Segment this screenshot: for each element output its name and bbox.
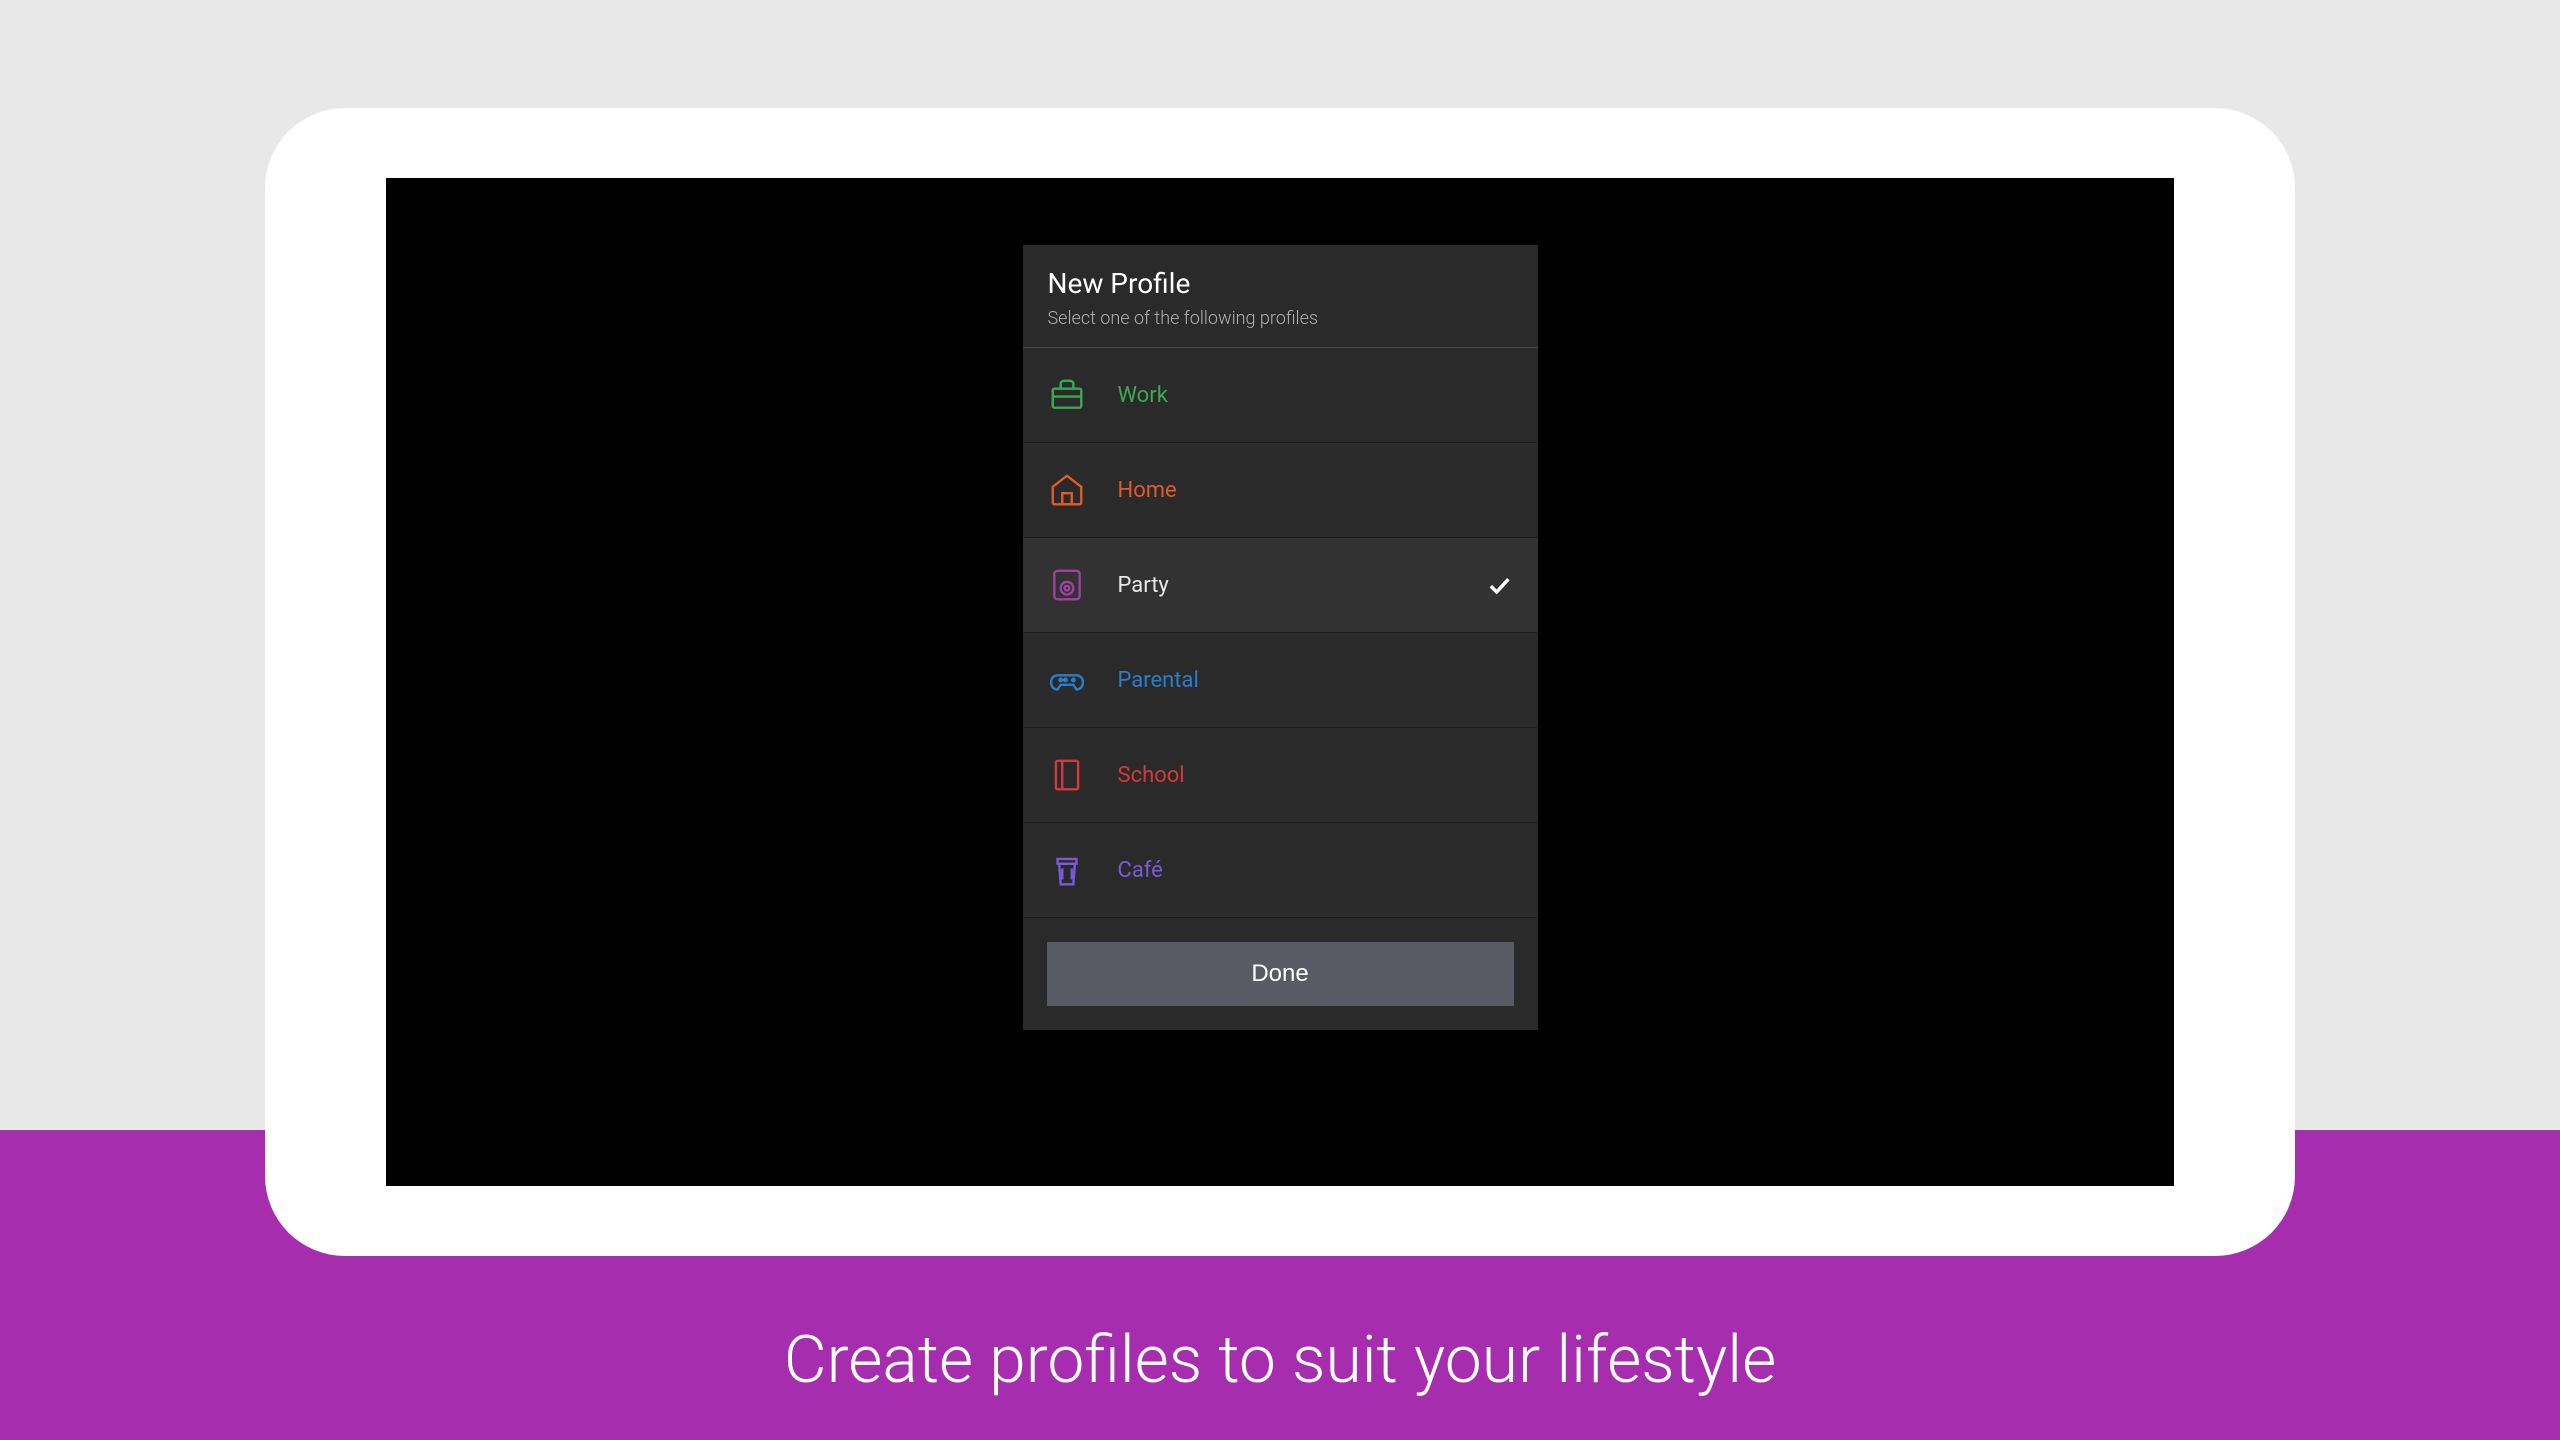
done-button[interactable]: Done (1047, 942, 1514, 1006)
book-icon (1048, 756, 1086, 794)
gamepad-icon (1048, 661, 1086, 699)
profile-label: Work (1118, 383, 1513, 408)
banner-text: Create profiles to suit your lifestyle (784, 1322, 1777, 1399)
profile-label: School (1118, 763, 1513, 788)
profile-label: Party (1118, 573, 1485, 598)
coffee-cup-icon (1048, 851, 1086, 889)
profile-item-cafe[interactable]: Café (1023, 823, 1538, 918)
dialog-subtitle: Select one of the following profiles (1048, 308, 1513, 329)
dialog-header: New Profile Select one of the following … (1023, 245, 1538, 348)
new-profile-dialog: New Profile Select one of the following … (1023, 245, 1538, 1030)
dialog-footer: Done (1023, 918, 1538, 1030)
profile-label: Café (1118, 858, 1513, 883)
profile-list: Work Home (1023, 348, 1538, 918)
dialog-title: New Profile (1048, 267, 1513, 300)
profile-item-party[interactable]: Party (1023, 538, 1538, 633)
checkmark-icon (1485, 571, 1513, 599)
profile-label: Parental (1118, 668, 1513, 693)
tablet-device-frame: New Profile Select one of the following … (265, 108, 2295, 1256)
profile-item-school[interactable]: School (1023, 728, 1538, 823)
profile-item-parental[interactable]: Parental (1023, 633, 1538, 728)
house-icon (1048, 471, 1086, 509)
briefcase-icon (1048, 376, 1086, 414)
speaker-icon (1048, 566, 1086, 604)
profile-label: Home (1118, 478, 1513, 503)
tablet-screen: New Profile Select one of the following … (386, 178, 2174, 1186)
profile-item-work[interactable]: Work (1023, 348, 1538, 443)
profile-item-home[interactable]: Home (1023, 443, 1538, 538)
